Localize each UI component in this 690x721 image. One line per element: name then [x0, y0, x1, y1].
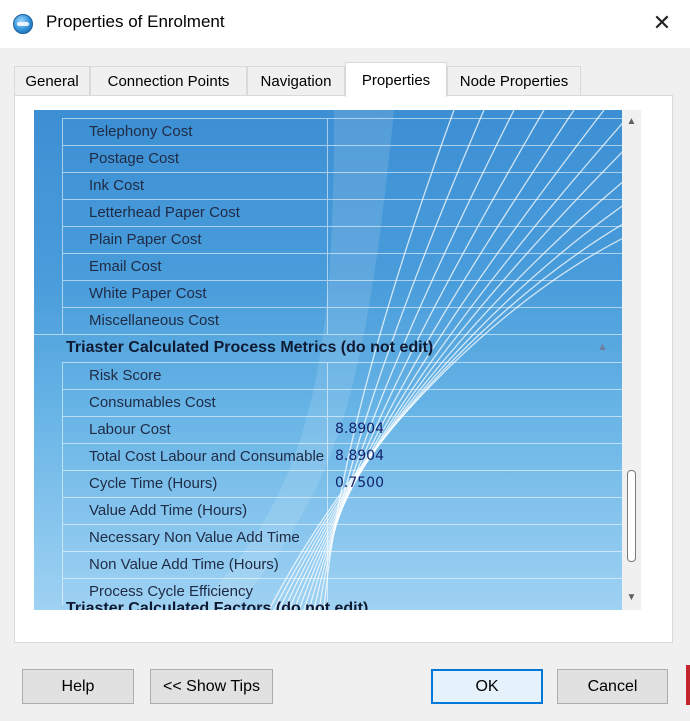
window-title: Properties of Enrolment: [46, 12, 225, 31]
grid-row[interactable]: Email Cost: [34, 253, 622, 280]
help-button[interactable]: Help: [22, 669, 134, 704]
grid-row[interactable]: Ink Cost: [34, 172, 622, 199]
grid-row[interactable]: Labour Cost 8.8904: [34, 416, 622, 443]
property-name: Total Cost Labour and Consumables: [89, 448, 325, 465]
tab-general[interactable]: General: [14, 66, 90, 96]
category-header-factors[interactable]: Triaster Calculated Factors (do not edit…: [66, 600, 368, 610]
property-value: 0.7500: [335, 475, 384, 491]
grid-scrollbar[interactable]: ▲ ▼: [622, 110, 641, 610]
property-name: Process Cycle Efficiency: [89, 583, 253, 600]
property-name: White Paper Cost: [89, 285, 207, 302]
property-name: Ink Cost: [89, 177, 145, 194]
property-name: Necessary Non Value Add Time: [89, 529, 300, 546]
grid-row[interactable]: Necessary Non Value Add Time: [34, 524, 622, 551]
property-name: Labour Cost: [89, 421, 171, 438]
tab-navigation[interactable]: Navigation: [247, 66, 345, 96]
tab-node-properties[interactable]: Node Properties: [447, 66, 581, 96]
property-name: Plain Paper Cost: [89, 231, 202, 248]
properties-dialog: Properties of Enrolment ✕ General Connec…: [0, 0, 690, 721]
grid-row[interactable]: Miscellaneous Cost: [34, 307, 622, 334]
property-name: Letterhead Paper Cost: [89, 204, 240, 221]
tab-properties[interactable]: Properties: [345, 62, 447, 97]
property-name: Postage Cost: [89, 150, 180, 167]
ok-button[interactable]: OK: [431, 669, 543, 704]
property-name: Consumables Cost: [89, 394, 216, 411]
collapse-icon[interactable]: ▲: [597, 341, 608, 353]
property-value: 8.8904: [335, 421, 384, 437]
scroll-up-icon[interactable]: ▲: [622, 114, 641, 130]
property-name: Miscellaneous Cost: [89, 312, 220, 329]
grid-row[interactable]: Telephony Cost: [34, 118, 622, 145]
cancel-button[interactable]: Cancel: [557, 669, 668, 704]
grid-row[interactable]: Cycle Time (Hours) 0.7500: [34, 470, 622, 497]
grid-row[interactable]: Risk Score: [34, 362, 622, 389]
app-icon: [13, 14, 33, 34]
property-name: Risk Score: [89, 367, 162, 384]
property-grid[interactable]: Telephony Cost Postage Cost Ink Cost Let…: [34, 110, 622, 610]
category-label: Triaster Calculated Process Metrics (do …: [66, 339, 434, 356]
grid-row[interactable]: Postage Cost: [34, 145, 622, 172]
show-tips-button[interactable]: << Show Tips: [150, 669, 273, 704]
property-name: Cycle Time (Hours): [89, 475, 218, 492]
scroll-thumb[interactable]: [627, 470, 636, 562]
grid-row[interactable]: Value Add Time (Hours): [34, 497, 622, 524]
property-name: Email Cost: [89, 258, 162, 275]
grid-row[interactable]: White Paper Cost: [34, 280, 622, 307]
background-window-edge: [686, 665, 690, 705]
property-name: Value Add Time (Hours): [89, 502, 248, 519]
grid-row[interactable]: Non Value Add Time (Hours): [34, 551, 622, 578]
scroll-down-icon[interactable]: ▼: [622, 590, 641, 606]
tab-connection-points[interactable]: Connection Points: [90, 66, 247, 96]
category-header-metrics[interactable]: Triaster Calculated Process Metrics (do …: [34, 334, 622, 362]
title-bar: Properties of Enrolment ✕: [0, 0, 690, 48]
grid-row[interactable]: Plain Paper Cost: [34, 226, 622, 253]
grid-row[interactable]: Consumables Cost: [34, 389, 622, 416]
grid-row[interactable]: Total Cost Labour and Consumables 8.8904: [34, 443, 622, 470]
property-name: Non Value Add Time (Hours): [89, 556, 279, 573]
grid-row[interactable]: Letterhead Paper Cost: [34, 199, 622, 226]
close-button[interactable]: ✕: [646, 8, 678, 38]
property-value: 8.8904: [335, 448, 384, 464]
property-name: Telephony Cost: [89, 123, 193, 140]
